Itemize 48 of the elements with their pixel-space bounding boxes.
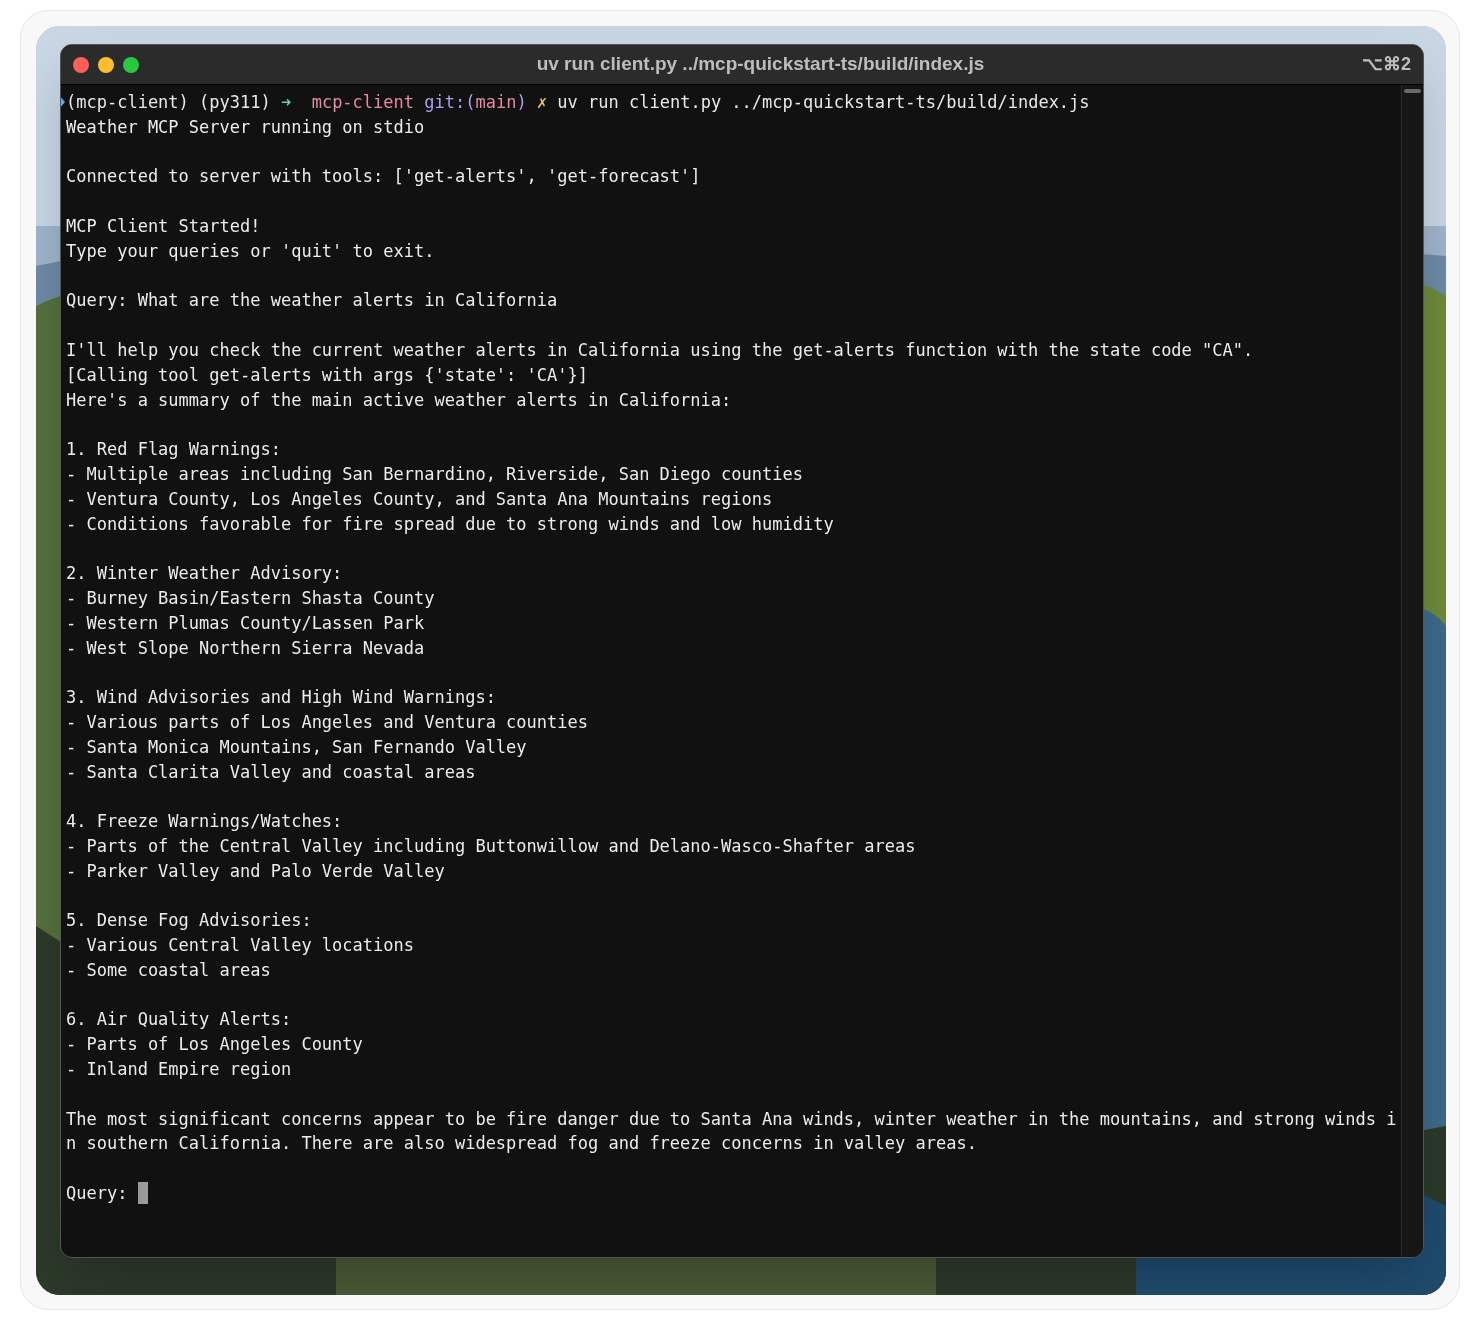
output-line: Type your queries or 'quit' to exit.: [66, 240, 435, 261]
minimize-button[interactable]: [98, 56, 114, 73]
shortcut-label: ⌥⌘2: [1362, 53, 1411, 76]
mark-icon: [61, 96, 65, 108]
output-line: The most significant concerns appear to be fire danger due to Santa Ana winds, winter weather in the mountains, and strong winds i: [66, 1108, 1397, 1129]
output-line: Connected to server with tools: ['get-alerts', 'get-forecast']: [66, 166, 701, 187]
output-line: - Multiple areas including San Bernardino, Riverside, San Diego counties: [66, 463, 803, 484]
output-line: 3. Wind Advisories and High Wind Warnings:: [66, 687, 496, 708]
output-line: - West Slope Northern Sierra Nevada: [66, 637, 425, 658]
output-line: 2. Winter Weather Advisory:: [66, 563, 343, 584]
output-line: n southern California. There are also widespread fog and freeze concerns in valley areas.: [66, 1133, 977, 1154]
scrollbar[interactable]: [1401, 85, 1423, 1257]
zoom-button[interactable]: [123, 56, 139, 73]
output-line: - Santa Clarita Valley and coastal areas: [66, 761, 476, 782]
output-line: 6. Air Quality Alerts:: [66, 1009, 292, 1030]
window-title: uv run client.py ../mcp-quickstart-ts/build/index.js: [536, 52, 985, 77]
prompt-text: uv run client.py ../mcp-quickstart-ts/build/index.js: [556, 92, 1090, 112]
output-line: - Various parts of Los Angeles and Ventura counties: [66, 711, 588, 732]
output-line: 4. Freeze Warnings/Watches:: [66, 811, 343, 832]
output-line: - Parts of the Central Valley including Buttonwillow and Delano-Wasco-Shafter areas: [66, 835, 916, 856]
output-line: MCP Client Started!: [66, 216, 261, 236]
output-line: 5. Dense Fog Advisories:: [66, 910, 312, 931]
output-line: Query: What are the weather alerts in California: [66, 290, 558, 311]
prompt-text: ➜: [280, 92, 292, 112]
prompt-text: git:(: [423, 92, 476, 112]
output-line: [Calling tool get-alerts with args {'state': 'CA'}]: [66, 364, 588, 385]
output-line: 1. Red Flag Warnings:: [66, 439, 281, 460]
output-line: - Burney Basin/Eastern Shasta County: [66, 587, 435, 608]
prompt-text: ): [516, 92, 527, 112]
prompt-text: (mcp-client) (py311): [66, 92, 272, 112]
prompt-text: ✗: [535, 92, 548, 112]
output-line: I'll help you check the current weather alerts in California using the get-alerts function with the state code "CA".: [66, 339, 1254, 360]
close-button[interactable]: [73, 56, 89, 73]
output-line: Here's a summary of the main active weather alerts in California:: [66, 389, 732, 410]
output-line: - Western Plumas County/Lassen Park: [66, 612, 425, 633]
output-line: - Conditions favorable for fire spread due to strong winds and low humidity: [66, 513, 834, 534]
prompt-text: mcp-client: [310, 92, 414, 112]
output-line: Weather MCP Server running on stdio: [66, 116, 425, 137]
output-line: - Inland Empire region: [66, 1059, 292, 1080]
query-prompt: Query:: [66, 1182, 129, 1206]
output-line: - Various Central Valley locations: [66, 935, 414, 956]
text-cursor: [137, 1182, 148, 1205]
output-line: - Parker Valley and Palo Verde Valley: [66, 860, 445, 881]
output-line: - Santa Monica Mountains, San Fernando Valley: [66, 736, 527, 757]
output-line: - Ventura County, Los Angeles County, and Santa Ana Mountains regions: [66, 488, 773, 509]
output-line: - Parts of Los Angeles County: [66, 1034, 363, 1055]
prompt-text: main: [475, 92, 517, 112]
output-line: - Some coastal areas: [66, 959, 271, 980]
